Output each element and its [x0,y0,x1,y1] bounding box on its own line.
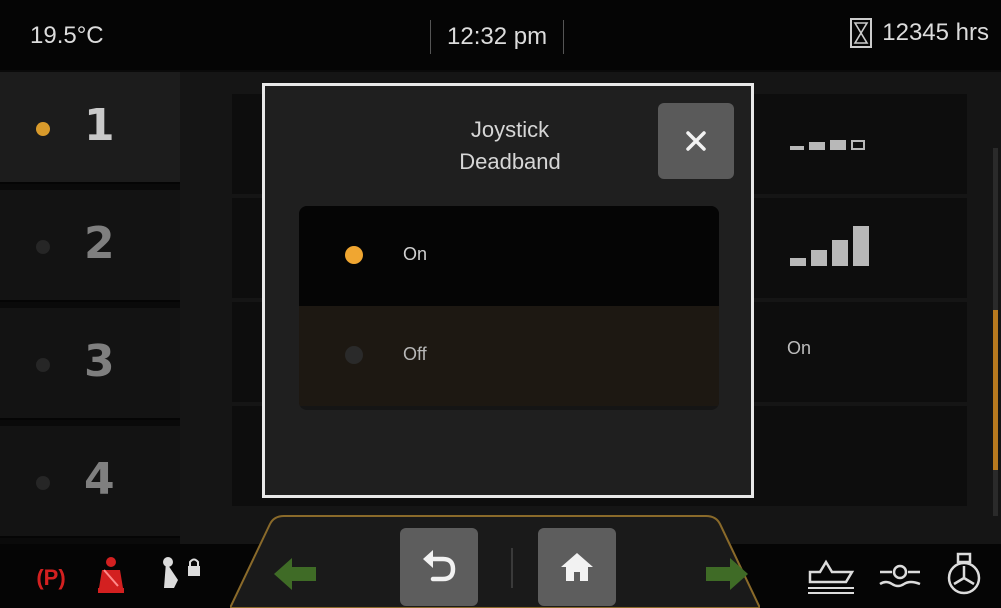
channel-rail: 1 2 3 4 [0,72,180,544]
channel-number: 4 [84,454,115,505]
joystick-deadband-dialog: Joystick Deadband On Off [262,83,754,498]
option-label: Off [403,344,427,364]
channel-number: 2 [84,218,115,269]
seat-belt-icon [98,557,124,593]
status-bar: 19.5°C 12:32 pm 12345 hrs [0,0,1001,70]
nav-divider [511,548,513,588]
dialog-title-line: Joystick [470,117,550,142]
boat-icon [808,559,855,594]
close-button[interactable] [658,103,734,179]
right-arrow-icon[interactable] [704,556,750,592]
dialog-title-line: Deadband [459,149,561,174]
option-list: On Off [299,206,719,410]
channel-number: 3 [84,336,115,387]
inactive-indicator-icon [36,358,50,372]
home-button[interactable] [538,528,616,606]
park-brake-icon: (P) [36,565,66,590]
channel-item-3[interactable]: 3 [0,308,180,420]
left-arrow-icon[interactable] [272,556,318,592]
back-button[interactable] [400,528,478,606]
temperature-readout: 19.5°C [30,22,104,49]
dialog-title: Joystick Deadband [385,114,635,178]
channel-number: 1 [84,100,115,151]
option-label: On [403,244,428,264]
radio-unselected-icon [345,346,363,364]
joystick-lock-icon [163,557,200,588]
channel-item-4[interactable]: 4 [0,426,180,538]
inactive-indicator-icon [36,240,50,254]
home-icon [561,553,593,581]
level-high-icon [790,226,869,266]
inactive-indicator-icon [36,476,50,490]
option-on[interactable]: On [299,206,719,306]
engine-hours: 12345 hrs [850,18,989,48]
clock-readout: 12:32 pm [430,20,565,54]
level-low-icon [790,140,865,150]
back-icon [423,550,456,582]
option-off[interactable]: Off [299,306,719,406]
trim-icon [879,564,921,588]
radio-selected-icon [345,246,363,264]
scrollbar-thumb[interactable] [993,310,998,470]
active-indicator-icon [36,122,50,136]
hours-value: 12345 hrs [882,19,989,46]
close-icon [686,131,706,151]
engine-icon [947,552,981,595]
hourglass-icon [850,18,873,48]
channel-item-1[interactable]: 1 [0,72,180,184]
channel-item-2[interactable]: 2 [0,190,180,302]
setting-value: On [787,338,812,358]
